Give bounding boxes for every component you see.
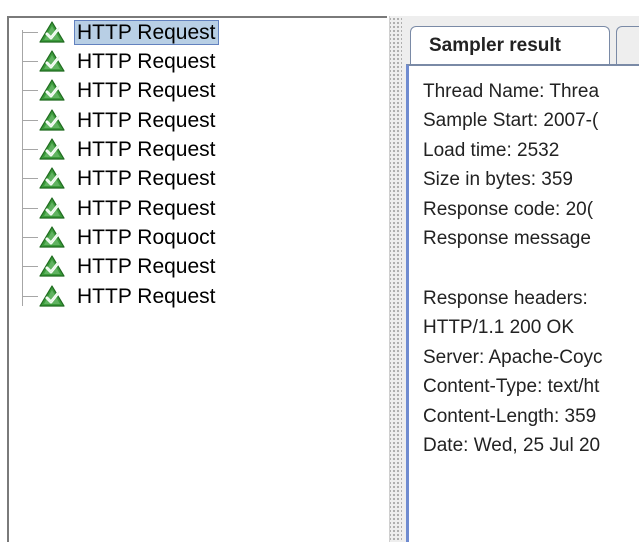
result-text-line: Sample Start: 2007-( <box>423 110 599 131</box>
sample-tree[interactable]: HTTP Request HTTP Request HTTP Request HTTP… <box>7 16 387 542</box>
tree-item-label: HTTP Request <box>77 109 216 132</box>
result-text-line: Date: Wed, 25 Jul 20 <box>423 435 601 456</box>
tree-connector-branch <box>22 178 38 179</box>
tree-item-label: HTTP Request <box>77 255 216 278</box>
tree-item-label: HTTP Request <box>77 138 216 161</box>
tab-sampler-result-label: Sampler result <box>429 35 561 56</box>
tree-item-label: HTTP Request <box>77 285 216 308</box>
tree-item-label: HTTP Request <box>77 79 216 102</box>
success-triangle-icon <box>39 138 65 160</box>
tree-item[interactable]: HTTP Request <box>9 76 379 105</box>
tree-item-label: HTTP Request <box>77 50 216 73</box>
tree-item-label: HTTP Request <box>74 20 219 45</box>
result-text-line: Content-Type: text/ht <box>423 376 600 397</box>
tree-item[interactable]: HTTP Request <box>9 18 379 47</box>
success-triangle-icon <box>39 285 65 307</box>
split-pane-divider[interactable] <box>389 16 402 542</box>
tree-item[interactable]: HTTP Request <box>9 282 379 311</box>
result-text-line: Response message <box>423 228 591 249</box>
success-triangle-icon <box>39 50 65 72</box>
sampler-result-content[interactable]: Thread Name: Threa Sample Start: 2007-( Lo… <box>406 64 639 542</box>
tab-next[interactable] <box>616 26 639 64</box>
tree-item-label: HTTP Roquoct <box>77 226 216 249</box>
tree-item-label: HTTP Request <box>77 167 216 190</box>
tab-sampler-result[interactable]: Sampler result <box>410 26 610 64</box>
tree-connector-branch <box>22 296 38 297</box>
tree-item[interactable]: HTTP Request <box>9 47 379 76</box>
success-triangle-icon <box>39 255 65 277</box>
tree-connector-branch <box>22 32 38 33</box>
success-triangle-icon <box>39 197 65 219</box>
tree-connector-branch <box>22 90 38 91</box>
result-text-line: Thread Name: Threa <box>423 81 600 102</box>
tree-connector-branch <box>22 61 38 62</box>
tree-item[interactable]: HTTP Request <box>9 252 379 281</box>
tree-item[interactable]: HTTP Request <box>9 194 379 223</box>
success-triangle-icon <box>39 79 65 101</box>
result-panel: Sampler result Thread Name: Threa Sample … <box>402 16 639 542</box>
tree-connector-branch <box>22 149 38 150</box>
results-tree-window: HTTP Request HTTP Request HTTP Request HTTP… <box>0 0 639 542</box>
success-triangle-icon <box>39 226 65 248</box>
tab-strip: Sampler result <box>402 16 639 64</box>
success-triangle-icon <box>39 21 65 43</box>
result-text-line: Load time: 2532 <box>423 140 560 161</box>
result-text-line: Response code: 20( <box>423 199 594 220</box>
result-text-line: Response headers: <box>423 288 588 309</box>
tree-connector-branch <box>22 266 38 267</box>
result-text-line: Server: Apache-Coyc <box>423 347 603 368</box>
result-text-line: HTTP/1.1 200 OK <box>423 317 575 338</box>
tree-item[interactable]: HTTP Request <box>9 135 379 164</box>
tree-connector-branch <box>22 120 38 121</box>
success-triangle-icon <box>39 109 65 131</box>
tree-connector-branch <box>22 237 38 238</box>
success-triangle-icon <box>39 167 65 189</box>
top-strip <box>0 0 639 16</box>
tree-item[interactable]: HTTP Request <box>9 106 379 135</box>
result-text-line: Content-Length: 359 <box>423 406 597 427</box>
tree-connector-branch <box>22 208 38 209</box>
tree-item[interactable]: HTTP Roquoct <box>9 223 379 252</box>
tree-item-label: HTTP Request <box>77 197 216 220</box>
tree-item[interactable]: HTTP Request <box>9 164 379 193</box>
result-text-line: Size in bytes: 359 <box>423 169 573 190</box>
